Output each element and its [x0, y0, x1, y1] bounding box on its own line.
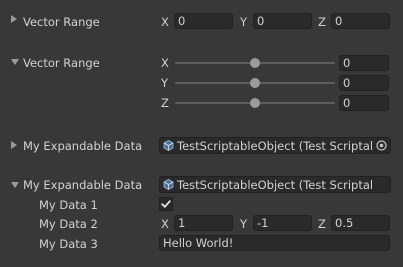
foldout-collapsed-arrow-icon[interactable]: [11, 15, 17, 23]
object-picker-icon[interactable]: [376, 140, 387, 151]
expandable-data-label: My Expandable Data: [23, 139, 143, 153]
expandable-data-expanded-label: My Expandable Data: [23, 178, 143, 192]
my-data-2-z-field[interactable]: 0.5: [331, 215, 390, 231]
slider-thumb[interactable]: [250, 98, 260, 108]
foldout-expanded-arrow-icon[interactable]: [11, 59, 19, 65]
foldout-expanded-arrow-icon[interactable]: [11, 182, 19, 188]
x-axis-label: X: [161, 15, 169, 29]
my-data-1-label: My Data 1: [39, 198, 98, 212]
my-data-2-y-field[interactable]: -1: [253, 215, 312, 231]
object-field-text: TestScriptableObject (Test Scriptal: [177, 139, 374, 153]
foldout-collapsed-arrow-icon[interactable]: [11, 141, 17, 149]
z-field[interactable]: 0: [331, 13, 390, 29]
object-field-text: TestScriptableObject (Test Scriptal: [177, 178, 374, 192]
my-data-3-label: My Data 3: [39, 237, 98, 251]
slider-axis-label: X: [161, 56, 169, 70]
z-axis-label: Z: [318, 15, 326, 29]
slider-axis-label: Y: [161, 76, 169, 90]
slider-value-field[interactable]: 0: [339, 55, 389, 71]
my-data-2-x-field[interactable]: 1: [174, 215, 233, 231]
slider-value-field[interactable]: 0: [339, 95, 389, 111]
object-field[interactable]: TestScriptableObject (Test Scriptal: [159, 137, 391, 154]
scriptable-object-icon: [163, 140, 174, 151]
my-data-2-label: My Data 2: [39, 217, 98, 231]
object-field-expanded[interactable]: TestScriptableObject (Test Scriptal: [159, 176, 391, 193]
slider-axis-label: Z: [161, 96, 169, 110]
vector-range-label: Vector Range: [23, 15, 100, 29]
y-field[interactable]: 0: [253, 13, 312, 29]
x-axis-label: X: [161, 217, 169, 231]
my-data-3-text-field[interactable]: Hello World!: [159, 235, 390, 251]
x-field[interactable]: 0: [174, 13, 233, 29]
y-axis-label: Y: [240, 217, 248, 231]
slider-thumb[interactable]: [250, 78, 260, 88]
y-axis-label: Y: [240, 15, 248, 29]
slider-thumb[interactable]: [250, 58, 260, 68]
z-axis-label: Z: [318, 217, 326, 231]
checkmark-icon: [161, 200, 171, 208]
slider-value-field[interactable]: 0: [339, 75, 389, 91]
vector-range-expanded-label: Vector Range: [23, 56, 100, 70]
my-data-1-checkbox[interactable]: [159, 197, 173, 211]
scriptable-object-icon: [163, 179, 174, 190]
